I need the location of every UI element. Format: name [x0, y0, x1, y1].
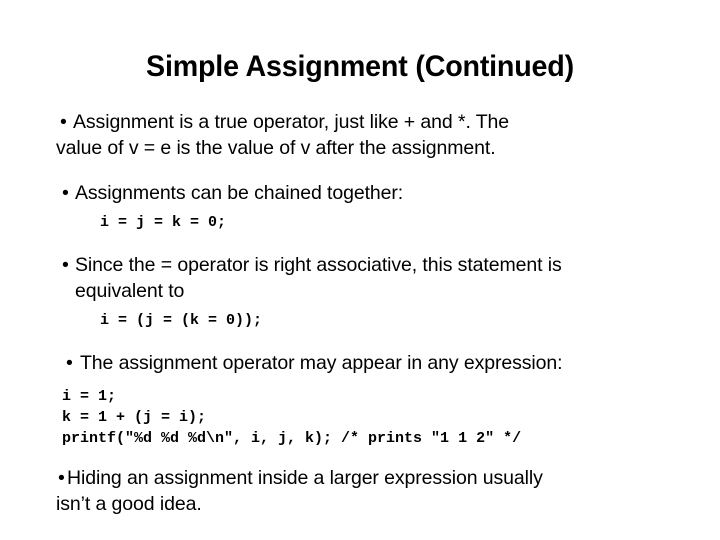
code-line-printf: printf("%d %d %d\n", i, j, k); /* prints…: [62, 430, 522, 447]
code-line-chained-assignment: i = j = k = 0;: [100, 214, 227, 231]
bullet-line: isn’t a good idea.: [56, 493, 202, 515]
bullet-dot-icon: •: [62, 254, 69, 276]
slide: Simple Assignment (Continued) • Assignme…: [0, 0, 720, 540]
bullet-line: value of v = e is the value of v after t…: [56, 137, 496, 159]
code-line-k-assign: k = 1 + (j = i);: [62, 409, 207, 426]
code-line-right-associative: i = (j = (k = 0));: [100, 312, 263, 329]
bullet-dot-icon: •: [66, 352, 73, 374]
bullet-line: equivalent to: [75, 280, 185, 302]
bullet-item-assignment-in-expression: • The assignment operator may appear in …: [62, 350, 668, 376]
code-line-i-assign: i = 1;: [62, 388, 117, 405]
slide-body: • Assignment is a true operator, just li…: [56, 109, 668, 517]
bullet-dot-icon: •: [60, 111, 67, 133]
bullet-line: Since the = operator is right associativ…: [75, 254, 562, 276]
bullet-line: Assignments can be chained together:: [75, 182, 404, 204]
bullet-item-chained-assignments: • Assignments can be chained together:: [58, 180, 668, 206]
bullet-line: The assignment operator may appear in an…: [80, 352, 563, 374]
bullet-item-right-associative: • Since the = operator is right associat…: [58, 252, 668, 304]
bullet-dot-icon: •: [58, 467, 65, 489]
bullet-line: Hiding an assignment inside a larger exp…: [67, 467, 543, 489]
bullet-line: Assignment is a true operator, just like…: [73, 111, 510, 133]
bullet-item-hiding-assignment: • Hiding an assignment inside a larger e…: [56, 465, 668, 517]
bullet-item-assignment-is-operator: • Assignment is a true operator, just li…: [56, 109, 668, 161]
bullet-dot-icon: •: [62, 182, 69, 204]
slide-title: Simple Assignment (Continued): [146, 50, 574, 83]
